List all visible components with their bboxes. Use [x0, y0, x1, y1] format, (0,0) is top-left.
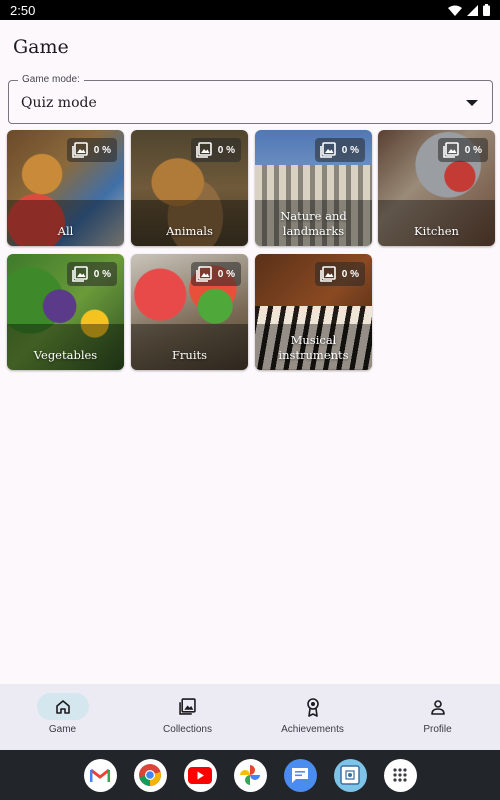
image-icon: [319, 142, 336, 158]
progress-value: 0 %: [464, 144, 482, 156]
photo-library-icon: [179, 698, 196, 715]
award-icon: [306, 697, 319, 717]
image-icon: [71, 266, 88, 282]
status-icons: [448, 4, 490, 16]
messages-icon[interactable]: [283, 758, 317, 792]
category-tile-musical-instruments[interactable]: 0 % Musical instruments: [255, 254, 372, 370]
progress-badge: 0 %: [190, 138, 241, 162]
progress-value: 0 %: [341, 144, 359, 156]
category-tile-kitchen[interactable]: 0 % Kitchen: [378, 130, 495, 246]
category-name: Nature and landmarks: [280, 209, 347, 238]
nav-label: Game: [48, 724, 77, 735]
category-tile-all[interactable]: 0 % All: [7, 130, 124, 246]
category-name: Musical instruments: [278, 333, 349, 362]
game-mode-dropdown[interactable]: Game mode: Quiz mode: [8, 74, 493, 124]
image-icon: [71, 142, 88, 158]
category-name: Kitchen: [414, 224, 459, 238]
category-name: All: [57, 224, 74, 238]
nav-label: Profile: [423, 724, 452, 735]
chrome-icon[interactable]: [133, 758, 167, 792]
game-mode-value: Quiz mode: [21, 95, 97, 111]
app-drawer-icon[interactable]: [383, 758, 417, 792]
progress-badge: 0 %: [314, 262, 365, 286]
progress-badge: 0 %: [314, 138, 365, 162]
progress-badge: 0 %: [66, 262, 117, 286]
progress-badge: 0 %: [66, 138, 117, 162]
category-name: Vegetables: [33, 348, 98, 362]
nav-label: Collections: [163, 724, 212, 735]
status-time: 2:50: [10, 2, 36, 18]
image-icon: [195, 142, 212, 158]
bottom-navigation: Game Collections Achievements Profile: [0, 684, 500, 750]
game-mode-label: Game mode:: [18, 74, 84, 85]
image-icon: [195, 266, 212, 282]
wifi-icon: [448, 5, 462, 16]
category-name: Fruits: [171, 348, 208, 362]
gmail-icon[interactable]: [83, 758, 117, 792]
signal-icon: [467, 4, 478, 16]
nav-item-achievements[interactable]: Achievements: [250, 684, 375, 750]
image-icon: [442, 142, 459, 158]
nav-item-game[interactable]: Game: [0, 684, 125, 750]
category-name: Animals: [166, 224, 213, 238]
dropdown-arrow-icon[interactable]: [466, 100, 478, 106]
nav-label: Achievements: [281, 724, 344, 735]
progress-value: 0 %: [93, 144, 111, 156]
person-icon: [430, 699, 445, 715]
nav-item-profile[interactable]: Profile: [375, 684, 500, 750]
app-dock: [0, 750, 500, 800]
progress-value: 0 %: [93, 268, 111, 280]
category-tile-vegetables[interactable]: 0 % Vegetables: [7, 254, 124, 370]
category-tile-animals[interactable]: 0 % Animals: [131, 130, 248, 246]
progress-value: 0 %: [217, 144, 235, 156]
progress-value: 0 %: [341, 268, 359, 280]
nav-item-collections[interactable]: Collections: [125, 684, 250, 750]
page-title: Game: [13, 36, 69, 58]
active-indicator: [36, 693, 89, 720]
progress-badge: 0 %: [437, 138, 488, 162]
progress-badge: 0 %: [190, 262, 241, 286]
progress-value: 0 %: [217, 268, 235, 280]
category-grid: 0 % All 0 % Animals 0 % Nature and landm…: [7, 130, 495, 372]
photos-icon[interactable]: [233, 758, 267, 792]
category-tile-nature-and-landmarks[interactable]: 0 % Nature and landmarks: [255, 130, 372, 246]
category-tile-fruits[interactable]: 0 % Fruits: [131, 254, 248, 370]
home-icon: [55, 699, 70, 714]
puzzle-app-icon[interactable]: [333, 758, 367, 792]
youtube-icon[interactable]: [183, 758, 217, 792]
battery-icon: [483, 4, 490, 16]
image-icon: [319, 266, 336, 282]
status-bar: 2:50: [0, 0, 500, 20]
